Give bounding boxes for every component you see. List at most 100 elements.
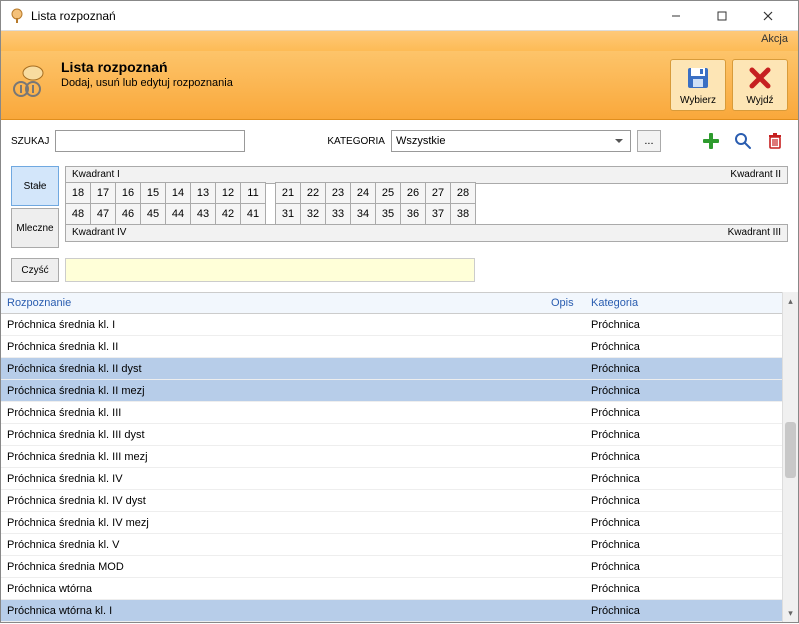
table-row[interactable]: Próchnica średnia kl. VPróchnica	[1, 534, 798, 556]
table-row[interactable]: Próchnica średnia kl. IIPróchnica	[1, 336, 798, 358]
cell-rozpoznanie: Próchnica średnia kl. III	[7, 407, 551, 419]
minimize-button[interactable]	[654, 2, 698, 30]
tooth-18[interactable]: 18	[65, 182, 91, 204]
table-row[interactable]: Próchnica wtórna kl. IPróchnica	[1, 600, 798, 622]
header: Lista rozpoznań Dodaj, usuń lub edytuj r…	[1, 51, 798, 120]
tooth-type-tabs: Stałe Mleczne	[11, 166, 59, 248]
more-button[interactable]: ...	[637, 130, 661, 152]
save-icon	[685, 65, 711, 91]
cell-kategoria: Próchnica	[591, 473, 798, 485]
table-row[interactable]: Próchnica średnia kl. I Próchnica	[1, 314, 798, 336]
cell-kategoria: Próchnica	[591, 517, 798, 529]
tooth-41[interactable]: 41	[240, 203, 266, 225]
cell-rozpoznanie: Próchnica średnia MOD	[7, 561, 551, 573]
czysc-button[interactable]: Czyść	[11, 258, 59, 282]
scroll-thumb[interactable]	[785, 422, 796, 478]
quadrant-3-label: Kwadrant III	[427, 225, 788, 241]
tooth-32[interactable]: 32	[300, 203, 326, 225]
table: Rozpoznanie Opis Kategoria Próchnica śre…	[1, 292, 798, 622]
table-row[interactable]: Próchnica średnia kl. III mezjPróchnica	[1, 446, 798, 468]
cell-kategoria: Próchnica	[591, 495, 798, 507]
tooth-11[interactable]: 11	[240, 182, 266, 204]
filter-toolbar: SZUKAJ KATEGORIA Wszystkie ...	[1, 120, 798, 162]
table-header: Rozpoznanie Opis Kategoria	[1, 292, 798, 314]
col-opis[interactable]: Opis	[551, 297, 591, 309]
tooth-14[interactable]: 14	[165, 182, 191, 204]
tooth-17[interactable]: 17	[90, 182, 116, 204]
search-input[interactable]	[55, 130, 245, 152]
tooth-46[interactable]: 46	[115, 203, 141, 225]
selection-display	[65, 258, 475, 282]
search-button[interactable]	[730, 128, 756, 154]
cell-kategoria: Próchnica	[591, 319, 798, 331]
window-title: Lista rozpoznań	[31, 9, 654, 23]
tooth-27[interactable]: 27	[425, 182, 451, 204]
tooth-15[interactable]: 15	[140, 182, 166, 204]
table-row[interactable]: Próchnica średnia kl. II dystPróchnica	[1, 358, 798, 380]
cell-kategoria: Próchnica	[591, 385, 798, 397]
table-row[interactable]: Próchnica średnia kl. IVPróchnica	[1, 468, 798, 490]
tab-stale[interactable]: Stałe	[11, 166, 59, 206]
quadrant-1-label: Kwadrant I	[66, 167, 427, 183]
tooth-grid: Stałe Mleczne Kwadrant I Kwadrant II 181…	[1, 162, 798, 254]
cell-kategoria: Próchnica	[591, 539, 798, 551]
add-button[interactable]	[698, 128, 724, 154]
close-button[interactable]	[746, 2, 790, 30]
table-row[interactable]: Próchnica średnia kl. II mezj Próchnica	[1, 380, 798, 402]
cell-rozpoznanie: Próchnica średnia kl. I	[7, 319, 551, 331]
cell-rozpoznanie: Próchnica średnia kl. II mezj	[7, 385, 551, 397]
tooth-21[interactable]: 21	[275, 182, 301, 204]
tooth-31[interactable]: 31	[275, 203, 301, 225]
kategoria-select[interactable]: Wszystkie	[391, 130, 631, 152]
tooth-44[interactable]: 44	[165, 203, 191, 225]
table-row[interactable]: Próchnica wtórnaPróchnica	[1, 578, 798, 600]
tooth-25[interactable]: 25	[375, 182, 401, 204]
tooth-16[interactable]: 16	[115, 182, 141, 204]
grid-col: Kwadrant I Kwadrant II 18171615141312112…	[65, 166, 788, 248]
col-rozpoznanie[interactable]: Rozpoznanie	[7, 297, 551, 309]
tooth-47[interactable]: 47	[90, 203, 116, 225]
tab-mleczne[interactable]: Mleczne	[11, 208, 59, 248]
tooth-45[interactable]: 45	[140, 203, 166, 225]
kategoria-select-wrap: Wszystkie	[391, 130, 631, 152]
table-row[interactable]: Próchnica średnia kl. IIIPróchnica	[1, 402, 798, 424]
tooth-12[interactable]: 12	[215, 182, 241, 204]
scrollbar[interactable]: ▴ ▾	[782, 292, 798, 622]
teeth-row-top: 1817161514131211 2122232425262728	[65, 183, 788, 204]
cell-rozpoznanie: Próchnica średnia kl. II dyst	[7, 363, 551, 375]
cell-rozpoznanie: Próchnica średnia kl. IV dyst	[7, 495, 551, 507]
table-row[interactable]: Próchnica średnia kl. IV mezjPróchnica	[1, 512, 798, 534]
page-title: Lista rozpoznań	[61, 59, 670, 75]
col-kategoria[interactable]: Kategoria	[591, 297, 798, 309]
tooth-42[interactable]: 42	[215, 203, 241, 225]
table-row[interactable]: Próchnica średnia MODPróchnica	[1, 556, 798, 578]
wybierz-button[interactable]: Wybierz	[670, 59, 726, 111]
menu-akcja[interactable]: Akcja	[761, 33, 788, 45]
tooth-43[interactable]: 43	[190, 203, 216, 225]
delete-button[interactable]	[762, 128, 788, 154]
cell-rozpoznanie: Próchnica średnia kl. III dyst	[7, 429, 551, 441]
tooth-36[interactable]: 36	[400, 203, 426, 225]
cell-rozpoznanie: Próchnica wtórna	[7, 583, 551, 595]
wyjdz-button[interactable]: Wyjdź	[732, 59, 788, 111]
tooth-37[interactable]: 37	[425, 203, 451, 225]
tooth-34[interactable]: 34	[350, 203, 376, 225]
tooth-13[interactable]: 13	[190, 182, 216, 204]
tooth-22[interactable]: 22	[300, 182, 326, 204]
table-row[interactable]: Próchnica średnia kl. IV dyst Próchnica	[1, 490, 798, 512]
scroll-down-icon[interactable]: ▾	[786, 606, 795, 620]
tooth-35[interactable]: 35	[375, 203, 401, 225]
scroll-up-icon[interactable]: ▴	[786, 294, 795, 308]
tooth-38[interactable]: 38	[450, 203, 476, 225]
tooth-33[interactable]: 33	[325, 203, 351, 225]
tooth-24[interactable]: 24	[350, 182, 376, 204]
tooth-23[interactable]: 23	[325, 182, 351, 204]
tooth-28[interactable]: 28	[450, 182, 476, 204]
cell-rozpoznanie: Próchnica wtórna kl. I	[7, 605, 551, 617]
maximize-button[interactable]	[700, 2, 744, 30]
table-row[interactable]: Próchnica średnia kl. III dystPróchnica	[1, 424, 798, 446]
quadrant-4-label: Kwadrant IV	[66, 225, 427, 241]
tooth-48[interactable]: 48	[65, 203, 91, 225]
quadrant-labels-bottom: Kwadrant IV Kwadrant III	[65, 224, 788, 242]
tooth-26[interactable]: 26	[400, 182, 426, 204]
